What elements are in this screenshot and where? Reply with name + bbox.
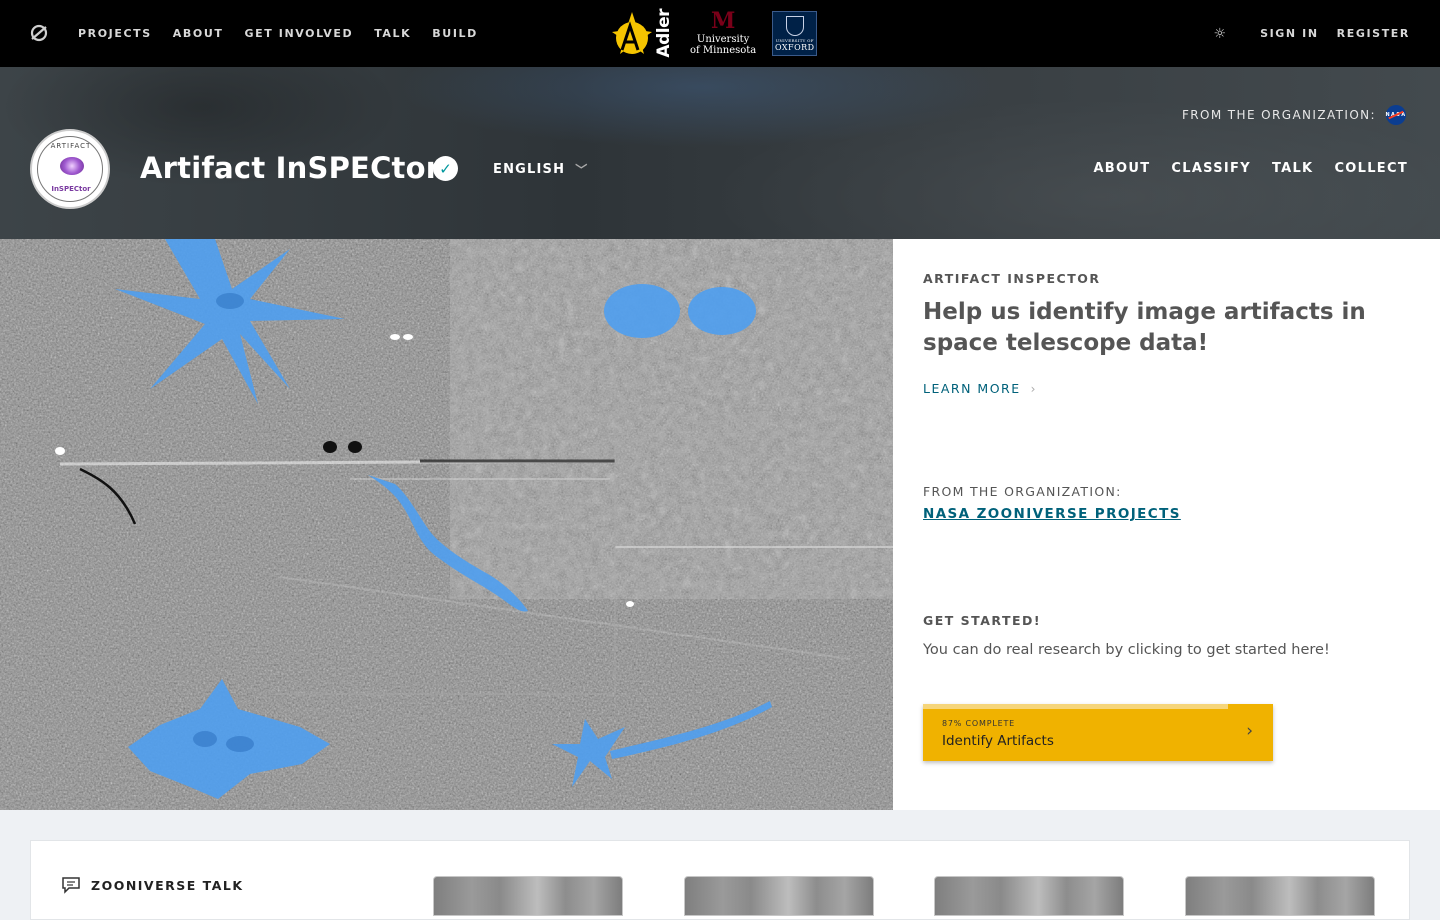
talk-thumbnail[interactable] [684,876,874,916]
workflow-label: Identify Artifacts [942,733,1054,749]
project-nav-classify[interactable]: CLASSIFY [1171,161,1251,176]
talk-section: ZOONIVERSE TALK [30,840,1410,920]
site-header: PROJECTS ABOUT GET INVOLVED TALK BUILD A… [0,0,1440,67]
oxford-logo[interactable]: UNIVERSITY OF OXFORD [772,10,818,56]
talk-heading[interactable]: ZOONIVERSE TALK [61,876,244,894]
oxford-text: OXFORD [774,42,815,52]
workflow-progress-fill [923,704,1228,709]
talk-thumbnail[interactable] [1185,876,1375,916]
nav-talk[interactable]: TALK [374,27,411,40]
avatar-text-bottom: InSPECtor [51,185,91,193]
organization-link[interactable]: FROM THE ORGANIZATION: NASA [1182,105,1406,125]
oxford-crest-icon [785,15,804,36]
workflow-button-identify-artifacts[interactable]: 87% COMPLETE Identify Artifacts › [923,704,1273,761]
umn-m-icon: M [710,8,736,34]
chevron-right-icon: › [1030,381,1037,396]
nav-about[interactable]: ABOUT [173,27,224,40]
verified-badge-icon: ✓ [433,156,458,181]
adler-wordmark: Adler [654,8,674,58]
project-avatar[interactable]: ARTIFACT InSPECtor [30,129,110,209]
adler-logo[interactable]: Adler [608,8,674,58]
adler-star-icon [612,11,652,54]
chevron-down-icon: ﹀ [575,163,589,177]
language-selector[interactable]: ENGLISH ﹀ [493,161,588,178]
umn-logo[interactable]: M University of Minnesota [690,10,756,56]
project-eyebrow: ARTIFACT INSPECTOR [923,271,1101,286]
project-nav-talk[interactable]: TALK [1272,161,1313,176]
nasa-logo-icon: NASA [1385,105,1406,125]
avatar-text-top: ARTIFACT [50,142,92,150]
zooniverse-logo-icon[interactable] [30,24,48,42]
project-title[interactable]: Artifact InSPECtor [140,151,440,185]
project-headline: Help us identify image artifacts in spac… [923,299,1366,356]
learn-more-link[interactable]: LEARN MORE › [923,381,1037,396]
get-started-heading: GET STARTED! [923,613,1042,628]
chat-bubble-icon [62,877,80,894]
sign-in-link[interactable]: SIGN IN [1260,27,1319,40]
talk-thumbnail[interactable] [433,876,623,916]
project-header: ARTIFACT InSPECtor Artifact InSPECtor ✓ … [0,67,1440,239]
galaxy-icon [60,157,84,175]
workflow-progress-bar [923,704,1273,709]
learn-more-label: LEARN MORE [923,381,1021,396]
project-nav-collect[interactable]: COLLECT [1334,161,1408,176]
umn-line1: University [696,34,750,45]
talk-title: ZOONIVERSE TALK [91,877,244,893]
project-hero-image [0,239,893,810]
talk-thumbnail[interactable] [934,876,1124,916]
get-started-text: You can do real research by clicking to … [923,642,1330,658]
ghost-mask-left [604,284,680,338]
chevron-right-icon: › [1246,721,1253,741]
ghost-mask-right [688,287,756,335]
from-org-label: FROM THE ORGANIZATION: [1181,108,1376,122]
organization-name-link[interactable]: NASA ZOONIVERSE PROJECTS [923,506,1181,522]
partner-logos: Adler M University of Minnesota UNIVERSI… [608,8,818,58]
register-link[interactable]: REGISTER [1337,27,1410,40]
project-nav: ABOUT CLASSIFY TALK COLLECT [1093,161,1408,176]
language-label: ENGLISH [493,162,566,177]
project-intro-panel: ARTIFACT INSPECTOR Help us identify imag… [893,239,1440,810]
avatar-artwork: ARTIFACT InSPECtor [37,136,103,202]
nav-build[interactable]: BUILD [432,27,478,40]
workflow-percent-label: 87% COMPLETE [942,719,1015,728]
theme-toggle-sun-icon[interactable]: ☼ [1214,26,1227,42]
account-nav: ☼ SIGN IN REGISTER [1214,0,1410,67]
project-nav-about[interactable]: ABOUT [1093,161,1150,176]
main-nav: PROJECTS ABOUT GET INVOLVED TALK BUILD [78,0,499,67]
nav-get-involved[interactable]: GET INVOLVED [244,27,353,40]
telescope-artifact-image [0,239,893,810]
umn-line2: of Minnesota [690,45,757,56]
nav-projects[interactable]: PROJECTS [78,27,152,40]
from-org-label: FROM THE ORGANIZATION: [923,484,1122,499]
